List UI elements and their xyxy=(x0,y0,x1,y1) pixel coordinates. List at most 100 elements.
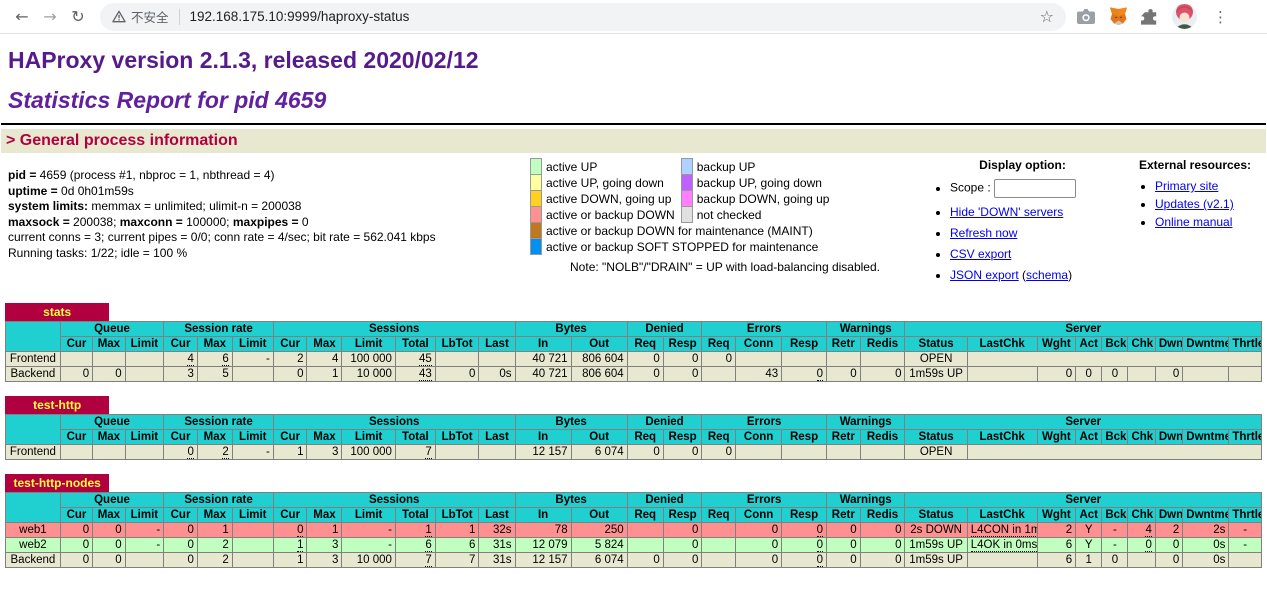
cell-bytes-in: 78 xyxy=(515,523,571,538)
cell-bytes-out: 6 074 xyxy=(571,445,627,460)
legend-swatch-backup-going-down xyxy=(681,175,692,191)
col-group-sessions: Sessions xyxy=(273,322,515,337)
legend-table: active UP backup UP active UP, going dow… xyxy=(530,158,835,255)
json-export-link[interactable]: JSON export xyxy=(950,268,1019,282)
col-header-qmax: Max xyxy=(93,508,125,523)
cell-rate-limit: - xyxy=(232,445,273,460)
col-header-dwn: Dwn xyxy=(1155,430,1182,445)
legend-swatch-softstop xyxy=(531,239,542,255)
cell-lbtot: 6 xyxy=(435,538,479,553)
col-header-sess-max: Max xyxy=(307,337,342,352)
cell-wredis: 0 xyxy=(860,538,905,553)
cell-bytes-out: 6 074 xyxy=(571,553,627,568)
camera-icon xyxy=(1076,8,1096,25)
col-group-server: Server xyxy=(905,322,1262,337)
cell-ereq xyxy=(702,523,736,538)
scope-input[interactable] xyxy=(994,179,1076,198)
primary-site-link[interactable]: Primary site xyxy=(1155,179,1218,193)
puzzle-piece-icon xyxy=(1141,7,1160,26)
hide-down-servers-link[interactable]: Hide 'DOWN' servers xyxy=(950,205,1063,219)
col-header-lastchk: LastChk xyxy=(967,430,1037,445)
refresh-now-item: Refresh now xyxy=(950,226,1125,240)
csv-export-item: CSV export xyxy=(950,247,1125,261)
metamask-extension-icon[interactable] xyxy=(1108,5,1129,29)
cell-sess-total: 6 xyxy=(395,538,435,553)
cell-act: 1 xyxy=(1076,553,1102,568)
col-header-bytes-out: Out xyxy=(571,337,627,352)
cell-last xyxy=(479,352,515,367)
refresh-now-link[interactable]: Refresh now xyxy=(950,226,1017,240)
col-header-bck: Bck xyxy=(1102,430,1128,445)
proxy-title-row: test-http-nodes xyxy=(5,474,1262,492)
col-header-bytes-in: In xyxy=(515,430,571,445)
not-secure-chip[interactable]: 不安全 xyxy=(112,7,169,26)
back-button[interactable]: ← xyxy=(8,3,36,31)
report-subtitle: Statistics Report for pid 4659 xyxy=(8,87,1267,114)
cell-wredis: 0 xyxy=(860,367,905,382)
col-header-wretr: Retr xyxy=(826,337,860,352)
updates-link[interactable]: Updates (v2.1) xyxy=(1155,197,1234,211)
json-schema-link[interactable]: schema xyxy=(1026,268,1068,282)
cell-status: OPEN xyxy=(905,445,967,460)
cell-econ: 0 xyxy=(736,523,782,538)
legend-label: backup UP xyxy=(692,159,835,175)
col-group-session-rate: Session rate xyxy=(164,415,274,430)
cell-sess-limit: - xyxy=(342,538,396,553)
col-group-errors: Errors xyxy=(702,415,827,430)
col-header-wredis: Redis xyxy=(860,337,905,352)
omnibox-separator xyxy=(179,9,180,25)
reload-button[interactable]: ↻ xyxy=(64,3,92,31)
col-group-queue: Queue xyxy=(60,415,163,430)
legend-label: active or backup SOFT STOPPED for mainte… xyxy=(542,239,836,255)
browser-toolbar: ← → ↻ 不安全 192.168.175.10:9999/haproxy-st… xyxy=(0,0,1267,34)
legend-label: not checked xyxy=(692,207,835,223)
proxy-name: stats xyxy=(5,303,109,321)
col-header-econ: Conn xyxy=(736,430,782,445)
col-header-rate-max: Max xyxy=(197,508,232,523)
cell-dresp: 0 xyxy=(663,538,702,553)
title-spacer xyxy=(109,474,1262,492)
csv-export-link[interactable]: CSV export xyxy=(950,247,1011,261)
cell-act: Y xyxy=(1076,538,1102,553)
legend-swatch-backup-up xyxy=(681,159,692,175)
col-group-warnings: Warnings xyxy=(826,322,904,337)
online-manual-item: Online manual xyxy=(1155,215,1265,229)
legend-label: backup DOWN, going up xyxy=(692,191,835,207)
extensions-puzzle-icon[interactable] xyxy=(1141,5,1160,29)
address-bar[interactable]: 不安全 192.168.175.10:9999/haproxy-status ☆ xyxy=(100,3,1066,31)
cell-name: Backend xyxy=(6,553,61,568)
forward-button[interactable]: → xyxy=(36,3,64,31)
legend-swatch-maint xyxy=(531,223,542,239)
cell-bytes-out: 5 824 xyxy=(571,538,627,553)
online-manual-link[interactable]: Online manual xyxy=(1155,215,1232,229)
url-text[interactable]: 192.168.175.10:9999/haproxy-status xyxy=(190,9,1038,24)
cell-bck: - xyxy=(1102,523,1128,538)
col-group-server: Server xyxy=(905,493,1262,508)
col-header-rate-cur: Cur xyxy=(164,430,198,445)
general-process-info-header: > General process information xyxy=(1,129,1266,153)
profile-avatar[interactable] xyxy=(1172,4,1197,29)
cell-qcur: 0 xyxy=(60,553,92,568)
haproxy-version-link[interactable]: HAProxy version 2.1.3, released 2020/02/… xyxy=(8,47,479,73)
proxy-table-test-http: test-httpQueueSession rateSessionsBytesD… xyxy=(5,396,1262,460)
cell-qcur xyxy=(60,445,92,460)
cell-bck: - xyxy=(1102,538,1128,553)
cell-status: OPEN xyxy=(905,352,967,367)
cell-bytes-in: 12 157 xyxy=(515,553,571,568)
cell-sess-max: 1 xyxy=(307,523,342,538)
col-group-denied: Denied xyxy=(627,493,702,508)
bookmark-star-icon[interactable]: ☆ xyxy=(1038,7,1056,26)
cell-name: Frontend xyxy=(6,445,61,460)
table-row-frontend: Frontend02-13100 000712 1576 074000OPEN xyxy=(6,445,1262,460)
cell-dreq: 0 xyxy=(627,553,663,568)
cell-eresp: 0 xyxy=(782,553,827,568)
cell-rate-cur: 0 xyxy=(164,445,198,460)
cell-qmax xyxy=(93,445,125,460)
chrome-menu-icon[interactable]: ⋮ xyxy=(1209,8,1232,26)
col-group-queue: Queue xyxy=(60,493,163,508)
screenshot-extension-icon[interactable] xyxy=(1076,5,1096,29)
cell-qmax: 0 xyxy=(93,367,125,382)
cell-qlimit xyxy=(125,553,164,568)
cell-dreq: 0 xyxy=(627,352,663,367)
cell-qlimit: - xyxy=(125,538,164,553)
